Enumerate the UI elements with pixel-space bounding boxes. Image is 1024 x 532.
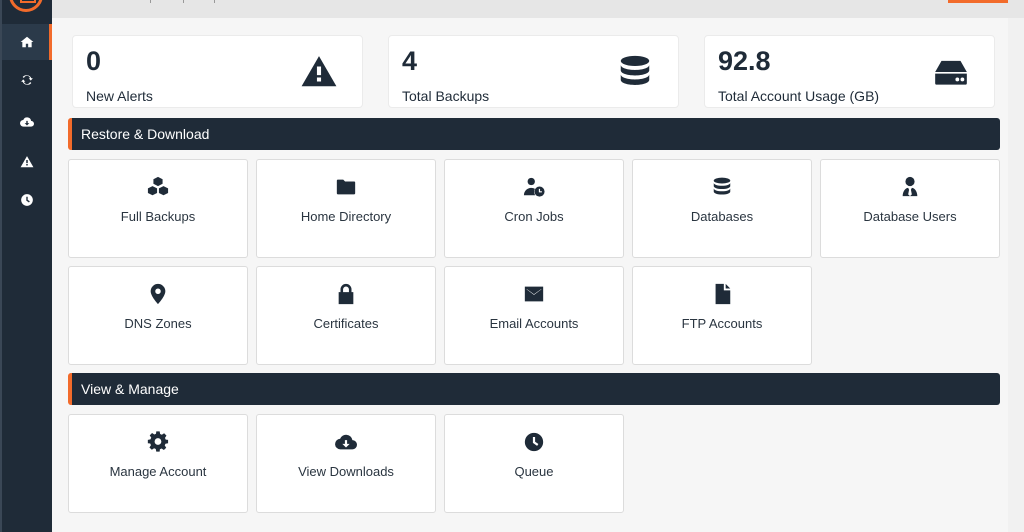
- stat-value: 4: [402, 46, 418, 76]
- clock-icon: [445, 431, 623, 453]
- section-header-restore: Restore & Download: [68, 118, 1000, 150]
- tile-label: Full Backups: [120, 209, 196, 224]
- tile-home-directory[interactable]: Home Directory: [256, 159, 436, 258]
- logo[interactable]: [2, 0, 52, 24]
- file-icon: [633, 283, 811, 305]
- folder-icon: [257, 176, 435, 198]
- tile-certificates[interactable]: Certificates: [256, 266, 436, 365]
- scrollbar-track[interactable]: [1008, 18, 1024, 532]
- stat-value: 0: [86, 46, 102, 76]
- tile-label: View Downloads: [298, 464, 394, 479]
- stat-value: 92.8: [718, 46, 771, 76]
- tile-label: Manage Account: [109, 464, 207, 479]
- sidebar-item-queue[interactable]: [2, 182, 52, 218]
- lock-icon: [257, 283, 435, 305]
- tile-view-downloads[interactable]: View Downloads: [256, 414, 436, 513]
- warning-icon: [300, 53, 338, 91]
- tile-label: Certificates: [313, 316, 379, 331]
- top-bar: [52, 0, 1024, 18]
- tile-label: Database Users: [863, 209, 957, 224]
- tile-dns-zones[interactable]: DNS Zones: [68, 266, 248, 365]
- tile-database-users[interactable]: Database Users: [820, 159, 1000, 258]
- database-icon: [633, 176, 811, 198]
- tile-ftp-accounts[interactable]: FTP Accounts: [632, 266, 812, 365]
- sidebar: [0, 0, 52, 532]
- divider: [183, 0, 184, 3]
- tile-label: Cron Jobs: [504, 209, 564, 224]
- tile-label: Databases: [690, 209, 754, 224]
- tile-manage-account[interactable]: Manage Account: [68, 414, 248, 513]
- divider: [214, 0, 215, 3]
- tile-email-accounts[interactable]: Email Accounts: [444, 266, 624, 365]
- tile-label: Home Directory: [300, 209, 392, 224]
- sidebar-item-downloads[interactable]: [2, 104, 52, 140]
- divider: [150, 0, 151, 3]
- cubes-icon: [69, 176, 247, 198]
- clock-icon: [20, 193, 34, 207]
- map-marker-icon: [69, 283, 247, 305]
- warning-icon: [20, 155, 34, 169]
- tile-label: Email Accounts: [489, 316, 579, 331]
- home-icon: [20, 35, 34, 49]
- database-icon: [616, 53, 654, 91]
- user-clock-icon: [445, 176, 623, 198]
- tile-cron-jobs[interactable]: Cron Jobs: [444, 159, 624, 258]
- cog-icon: [69, 431, 247, 453]
- cloud-download-icon: [257, 431, 435, 453]
- sync-icon: [20, 73, 34, 87]
- sidebar-item-alerts[interactable]: [2, 144, 52, 180]
- stat-label: Total Account Usage (GB): [718, 88, 880, 104]
- tile-label: DNS Zones: [124, 316, 192, 331]
- envelope-icon: [445, 283, 623, 305]
- stat-label: New Alerts: [86, 88, 153, 104]
- hdd-icon: [932, 53, 970, 91]
- tile-label: Queue: [514, 464, 554, 479]
- sidebar-item-sync[interactable]: [2, 62, 52, 98]
- cloud-download-icon: [20, 115, 34, 129]
- tile-label: FTP Accounts: [681, 316, 763, 331]
- tile-full-backups[interactable]: Full Backups: [68, 159, 248, 258]
- tile-queue[interactable]: Queue: [444, 414, 624, 513]
- section-header-view-manage: View & Manage: [68, 373, 1000, 405]
- tile-databases[interactable]: Databases: [632, 159, 812, 258]
- stat-card-usage[interactable]: 92.8 Total Account Usage (GB): [704, 35, 995, 108]
- stat-card-alerts[interactable]: 0 New Alerts: [72, 35, 363, 108]
- stat-card-backups[interactable]: 4 Total Backups: [388, 35, 679, 108]
- stat-label: Total Backups: [402, 88, 490, 104]
- user-tie-icon: [821, 176, 999, 198]
- sidebar-item-home[interactable]: [2, 24, 52, 60]
- top-action-button[interactable]: [948, 0, 1008, 3]
